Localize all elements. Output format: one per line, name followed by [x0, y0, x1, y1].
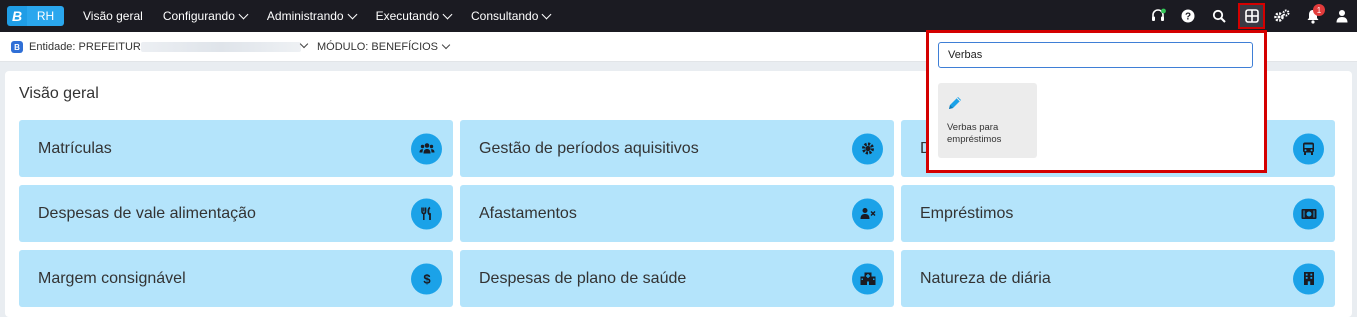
- user-remove-icon: [852, 198, 883, 229]
- entity-selector[interactable]: Entidade: PREFEITURA: [29, 41, 148, 53]
- gear-icon: [852, 133, 883, 164]
- app-result-label: Verbas para empréstimos: [947, 122, 1002, 145]
- redacted-entity-name: [141, 42, 301, 52]
- dollar-icon: $: [411, 263, 442, 294]
- notification-badge: 1: [1313, 4, 1325, 16]
- nav-label: Visão geral: [83, 9, 143, 23]
- module-label: MÓDULO: BENEFÍCIOS: [317, 41, 439, 53]
- search-icon[interactable]: [1209, 6, 1229, 26]
- chevron-down-icon: [442, 9, 453, 19]
- app-logo[interactable]: B RH: [7, 6, 64, 26]
- main-nav: Visão geral Configurando Administrando E…: [83, 0, 552, 32]
- apps-search-input[interactable]: [938, 42, 1253, 68]
- headset-icon[interactable]: [1148, 6, 1168, 26]
- user-icon[interactable]: [1332, 6, 1352, 26]
- nav-visao-geral[interactable]: Visão geral: [83, 9, 143, 23]
- card-label: Empréstimos: [920, 204, 1014, 222]
- top-navbar: B RH Visão geral Configurando Administra…: [0, 0, 1357, 32]
- card-label: Despesas de vale alimentação: [38, 204, 256, 222]
- settings-icon[interactable]: [1272, 6, 1292, 26]
- help-icon[interactable]: ?: [1178, 6, 1198, 26]
- nav-label: Executando: [375, 9, 439, 23]
- chevron-down-icon: [541, 9, 552, 19]
- chevron-down-icon: [238, 9, 249, 19]
- hospital-icon: [852, 263, 883, 294]
- card-vale-alimentacao[interactable]: Despesas de vale alimentação: [19, 185, 453, 242]
- logo-mark: B: [7, 6, 27, 26]
- chevron-down-icon: [347, 9, 358, 19]
- nav-label: Administrando: [266, 9, 344, 23]
- card-gestao-periodos[interactable]: Gestão de períodos aquisitivos: [460, 120, 894, 177]
- card-label: Despesas de plano de saúde: [479, 269, 687, 287]
- card-label: Afastamentos: [479, 204, 577, 222]
- card-label: Natureza de diária: [920, 269, 1051, 287]
- module-selector[interactable]: MÓDULO: BENEFÍCIOS: [317, 40, 451, 53]
- fork-knife-icon: [411, 198, 442, 229]
- apps-grid-icon: [1244, 9, 1259, 23]
- building-icon: [1293, 263, 1324, 294]
- nav-executando[interactable]: Executando: [375, 9, 453, 23]
- card-label: Gestão de períodos aquisitivos: [479, 139, 699, 157]
- chevron-down-icon: [441, 40, 451, 50]
- nav-label: Configurando: [162, 9, 235, 23]
- nav-configurando[interactable]: Configurando: [162, 9, 249, 23]
- users-icon: [411, 133, 442, 164]
- card-matriculas[interactable]: Matrículas: [19, 120, 453, 177]
- nav-consultando[interactable]: Consultando: [471, 9, 552, 23]
- svg-text:$: $: [423, 272, 431, 286]
- money-icon: [1293, 198, 1324, 229]
- app-result-verbas-emprestimos[interactable]: Verbas para empréstimos: [938, 83, 1037, 158]
- card-label: Matrículas: [38, 139, 112, 157]
- entity-icon: B: [11, 41, 23, 53]
- nav-label: Consultando: [471, 9, 539, 23]
- svg-text:?: ?: [1185, 12, 1191, 23]
- nav-administrando[interactable]: Administrando: [266, 9, 358, 23]
- logo-product: RH: [27, 6, 64, 26]
- card-margem-consignavel[interactable]: Margem consignável $: [19, 250, 453, 307]
- card-label: Margem consignável: [38, 269, 186, 287]
- bus-icon: [1293, 133, 1324, 164]
- pencil-icon: [947, 95, 963, 116]
- card-plano-saude[interactable]: Despesas de plano de saúde: [460, 250, 894, 307]
- apps-grid-button[interactable]: [1238, 3, 1265, 29]
- page-title: Visão geral: [19, 85, 99, 102]
- card-emprestimos[interactable]: Empréstimos: [901, 185, 1335, 242]
- card-afastamentos[interactable]: Afastamentos: [460, 185, 894, 242]
- card-natureza-diaria[interactable]: Natureza de diária: [901, 250, 1335, 307]
